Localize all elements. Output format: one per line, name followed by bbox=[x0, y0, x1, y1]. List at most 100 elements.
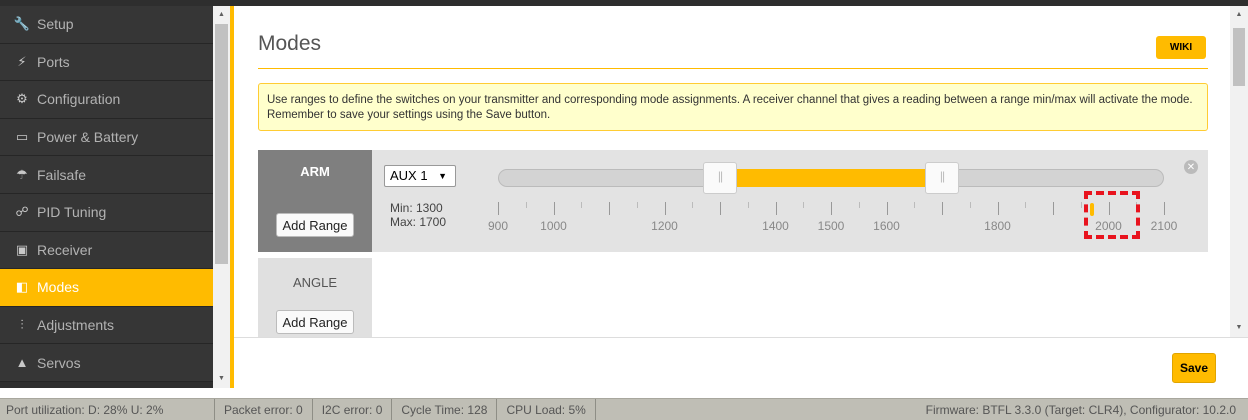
sidebar-scroll-thumb[interactable] bbox=[215, 24, 228, 264]
toggle-icon: ◧ bbox=[15, 279, 29, 295]
range-slider-track[interactable] bbox=[498, 169, 1164, 187]
status-bar: Port utilization: D: 28% U: 2% Packet er… bbox=[0, 398, 1248, 420]
sidebar-item-modes[interactable]: ◧ Modes bbox=[0, 269, 213, 307]
title-divider bbox=[258, 68, 1208, 69]
sidebar-item-pid-tuning[interactable]: ☍ PID Tuning bbox=[0, 193, 213, 232]
scale-pip bbox=[886, 202, 888, 215]
scale-label: 1200 bbox=[651, 219, 678, 233]
sidebar-item-label: Receiver bbox=[37, 241, 93, 258]
scale-pip bbox=[525, 202, 527, 208]
sidebar-item-setup[interactable]: 🔧 Setup bbox=[0, 6, 213, 44]
scale-pip bbox=[997, 202, 999, 215]
modes-content: Modes WIKI Use ranges to define the swit… bbox=[234, 6, 1230, 337]
sidebar-item-label: Configuration bbox=[37, 91, 121, 108]
add-range-button[interactable]: Add Range bbox=[276, 213, 354, 237]
scale-pip bbox=[914, 202, 916, 208]
scroll-down-arrow-icon[interactable]: ▼ bbox=[213, 372, 230, 386]
scale-pip bbox=[831, 202, 832, 215]
range-min-handle[interactable] bbox=[703, 162, 737, 194]
sidebar-item-failsafe[interactable]: ☂ Failsafe bbox=[0, 156, 213, 194]
sidebar-item-power-battery[interactable]: ▭ Power & Battery bbox=[0, 118, 213, 157]
content-scrollbar[interactable]: ▲ ▼ bbox=[1230, 6, 1248, 337]
scale-pip bbox=[1080, 202, 1082, 208]
content-scroll-thumb[interactable] bbox=[1233, 28, 1245, 86]
add-range-button[interactable]: Add Range bbox=[276, 310, 354, 334]
scale-pip bbox=[720, 202, 721, 215]
i2c-error: I2C error: 0 bbox=[313, 398, 393, 420]
range-slider-fill bbox=[721, 169, 943, 187]
mode-row-angle: ANGLE Add Range bbox=[258, 258, 1208, 337]
info-note: Use ranges to define the switches on you… bbox=[258, 83, 1208, 131]
gap-strip bbox=[0, 388, 1248, 398]
scroll-up-arrow-icon[interactable]: ▲ bbox=[213, 8, 230, 22]
scale-label: 1600 bbox=[873, 219, 900, 233]
range-min-label: Min: 1300 bbox=[390, 201, 443, 215]
scale-pip bbox=[858, 202, 860, 208]
sidebar-nav: 🔧 Setup ⚡ Ports ⚙ Configuration ▭ Power & Batte… bbox=[0, 6, 213, 388]
scale-pip bbox=[498, 202, 499, 215]
sidebar-scrollbar[interactable]: ▲ ▼ bbox=[213, 6, 230, 388]
save-bar: Save bbox=[234, 337, 1248, 388]
sidebar-item-servos[interactable]: ▲ Servos bbox=[0, 344, 213, 382]
sidebar-item-label: Modes bbox=[37, 279, 80, 296]
scale-label: 1400 bbox=[762, 219, 789, 233]
scale-pip bbox=[747, 202, 749, 208]
scale-label: 1000 bbox=[540, 219, 567, 233]
cpu-load: CPU Load: 5% bbox=[497, 398, 596, 420]
gear-icon: ⚙ bbox=[16, 91, 28, 107]
sidebar-item-configuration[interactable]: ⚙ Configuration bbox=[0, 81, 213, 119]
packet-error: Packet error: 0 bbox=[215, 398, 313, 420]
sidebar-item-label: PID Tuning bbox=[37, 204, 107, 221]
range-max-label: Max: 1700 bbox=[390, 215, 447, 229]
wrench-icon: 🔧 bbox=[13, 16, 31, 32]
range-scale: 900 1000 1200 1400 1500 1600 1800 2000 2100 bbox=[488, 202, 1177, 242]
scale-pip bbox=[609, 202, 610, 215]
scale-pip bbox=[581, 202, 583, 208]
sidebar-item-ports[interactable]: ⚡ Ports bbox=[0, 43, 213, 82]
mode-row-arm: ARM Add Range AUX 1 ▼ Min: 1300 Max: 170… bbox=[258, 150, 1208, 252]
scale-pip bbox=[775, 202, 777, 215]
plug-icon: ⚡ bbox=[17, 53, 27, 69]
scroll-up-arrow-icon[interactable]: ▲ bbox=[1230, 8, 1248, 22]
save-button[interactable]: Save bbox=[1172, 353, 1216, 383]
range-max-handle[interactable] bbox=[925, 162, 959, 194]
scale-label: 2100 bbox=[1150, 219, 1178, 233]
sidebar-item-label: Failsafe bbox=[37, 166, 87, 183]
scale-pip bbox=[1025, 202, 1027, 208]
scale-pip bbox=[553, 202, 555, 215]
parachute-icon: ☂ bbox=[16, 166, 28, 182]
mode-label-panel: ANGLE Add Range bbox=[258, 258, 372, 337]
scale-pip bbox=[1164, 202, 1165, 215]
sidebar-item-adjustments[interactable]: ⫶ Adjustments bbox=[0, 306, 213, 345]
port-utilization: Port utilization: D: 28% U: 2% bbox=[0, 398, 215, 420]
scale-pip bbox=[636, 202, 638, 208]
range-editor: AUX 1 ▼ Min: 1300 Max: 1700 ✕ 900 1000 120… bbox=[372, 150, 1208, 252]
page-title: Modes bbox=[258, 32, 322, 55]
channel-select[interactable]: AUX 1 ▼ bbox=[384, 165, 456, 187]
sidebar-item-receiver[interactable]: ▣ Receiver bbox=[0, 231, 213, 270]
scroll-down-arrow-icon[interactable]: ▼ bbox=[1230, 321, 1248, 335]
scale-label: 1500 bbox=[817, 219, 845, 233]
sidebar-item-label: Ports bbox=[37, 53, 70, 70]
scale-pip bbox=[1053, 202, 1054, 215]
battery-icon: ▭ bbox=[15, 129, 29, 145]
chevron-down-icon: ▼ bbox=[438, 171, 447, 181]
scale-pip bbox=[969, 202, 971, 208]
scale-pip bbox=[803, 202, 805, 208]
sidebar-item-label: Servos bbox=[37, 354, 81, 371]
live-value-highlight bbox=[1084, 191, 1140, 239]
channel-select-value: AUX 1 bbox=[390, 168, 428, 183]
sitemap-icon: ☍ bbox=[15, 204, 29, 220]
remove-range-icon[interactable]: ✕ bbox=[1184, 160, 1198, 174]
mode-name: ANGLE bbox=[292, 275, 338, 290]
scale-pip bbox=[942, 202, 943, 215]
scale-pip bbox=[692, 202, 694, 208]
cycle-time: Cycle Time: 128 bbox=[392, 398, 498, 420]
mode-name: ARM bbox=[300, 164, 330, 179]
mode-label-panel: ARM Add Range bbox=[258, 150, 372, 252]
servo-icon: ▲ bbox=[15, 355, 29, 371]
remote-icon: ▣ bbox=[15, 241, 29, 257]
scale-pip bbox=[664, 202, 666, 215]
sliders-icon: ⫶ bbox=[20, 317, 24, 333]
wiki-button[interactable]: WIKI bbox=[1156, 36, 1206, 59]
